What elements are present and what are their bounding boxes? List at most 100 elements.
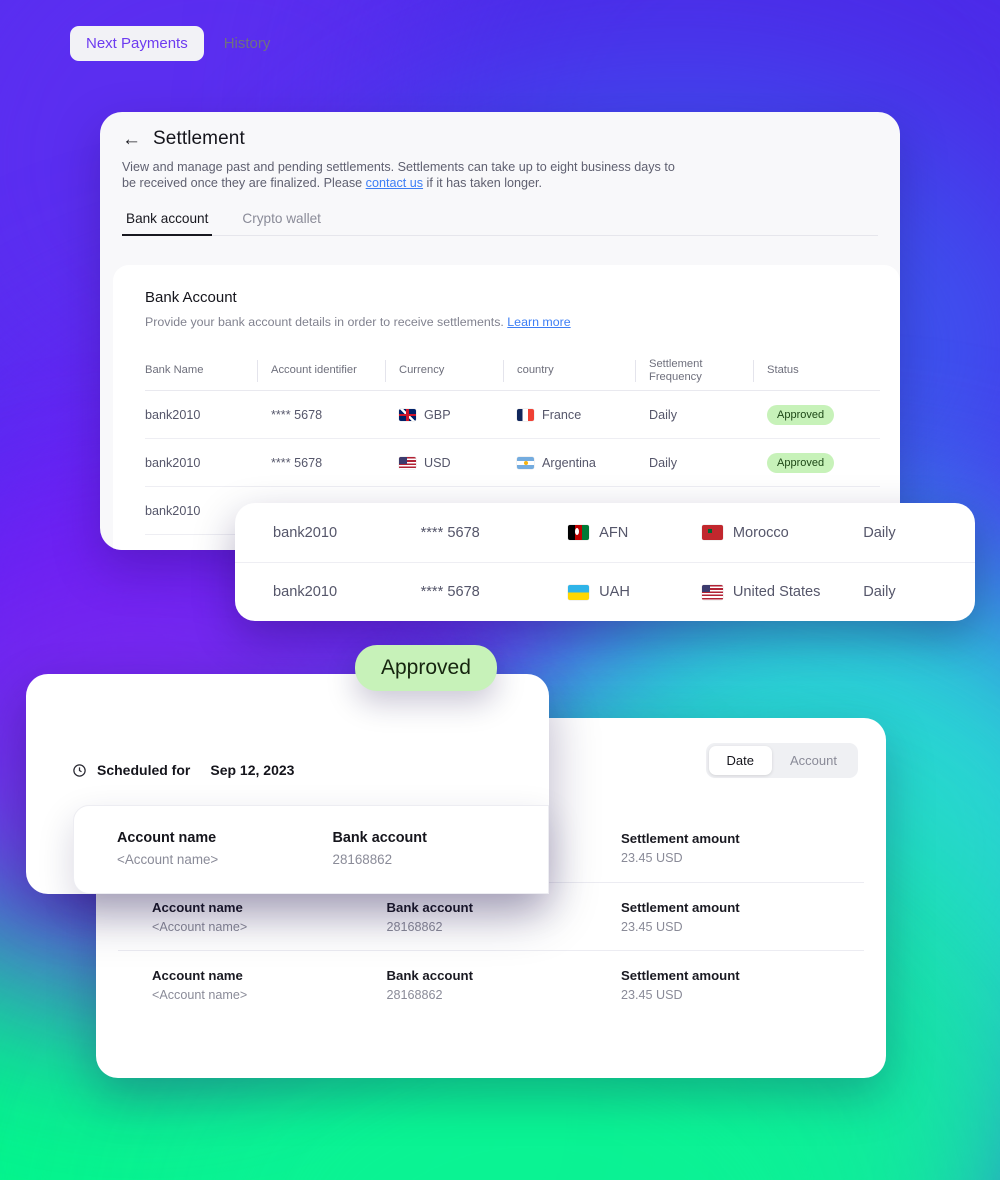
- bank-panel-subtitle-text: Provide your bank account details in ord…: [145, 315, 508, 329]
- flag-gb-icon: [399, 408, 416, 421]
- clock-icon: [73, 763, 86, 777]
- np-detail-account-name-label: Account name: [117, 830, 217, 846]
- settlement-account-name-label: Account name: [152, 899, 243, 915]
- overlay-cell-frequency: Daily: [863, 524, 896, 541]
- segment-account[interactable]: Account: [772, 746, 855, 775]
- settlement-bank-account: Bank account 28168862: [386, 900, 620, 934]
- tab-history[interactable]: History: [208, 26, 287, 61]
- overlay-table-row[interactable]: bank2010 **** 5678 AFN Morocco Daily: [235, 503, 975, 562]
- table-header-row: Bank Name Account identifier Currency co…: [145, 351, 880, 391]
- cell-status: Approved: [767, 404, 877, 425]
- cell-bank-name: bank2010: [145, 455, 201, 470]
- flag-af-icon: [568, 525, 590, 540]
- cell-frequency: Daily: [649, 407, 677, 422]
- cell-currency: USD: [399, 456, 517, 470]
- bank-panel-subtitle: Provide your bank account details in ord…: [145, 315, 868, 329]
- cell-country-label: Argentina: [542, 455, 596, 470]
- scheduled-row: Scheduled for Sep 12, 2023: [72, 762, 294, 778]
- np-detail-account-name: Account name <Account name>: [117, 830, 333, 867]
- cell-account-identifier: **** 5678: [271, 455, 323, 470]
- overlay-currency-label: AFN: [599, 524, 629, 541]
- settlement-header: ← Settlement View and manage past and pe…: [100, 112, 900, 236]
- np-detail-account-name-value: <Account name>: [117, 852, 219, 867]
- tab-next-payments[interactable]: Next Payments: [70, 26, 204, 61]
- cell-status: Approved: [767, 452, 877, 473]
- cell-bank-name: bank2010: [145, 407, 201, 422]
- overlay-table-row[interactable]: bank2010 **** 5678 UAH United States Dai…: [235, 562, 975, 621]
- cell-currency-label: USD: [424, 455, 451, 470]
- np-detail-bank-account-value: 28168862: [332, 852, 393, 867]
- settlement-amount: Settlement amount 23.45 USD: [621, 900, 830, 934]
- flag-ar-icon: [517, 456, 534, 469]
- cell-currency-label: GBP: [424, 407, 451, 422]
- flag-ma-icon: [701, 525, 723, 540]
- column-header-bank-name: Bank Name: [145, 364, 204, 376]
- settlement-row[interactable]: Account name <Account name> Bank account…: [118, 950, 864, 1018]
- arrow-left-icon[interactable]: ←: [122, 130, 141, 149]
- cell-account-identifier: **** 5678: [271, 407, 323, 422]
- settlement-amount: Settlement amount 23.45 USD: [621, 831, 830, 865]
- settlement-account-name-label: Account name: [152, 967, 243, 983]
- cell-country: Argentina: [517, 456, 649, 470]
- flag-fr-icon: [517, 408, 534, 421]
- settlement-amount-value: 23.45 USD: [620, 851, 683, 865]
- cell-country-label: France: [542, 407, 582, 422]
- overlay-cell-country: United States: [701, 584, 863, 600]
- overlay-cell-frequency: Daily: [863, 584, 896, 600]
- scheduled-date: Sep 12, 2023: [210, 762, 295, 778]
- column-header-country: country: [517, 364, 649, 377]
- overlay-cell-account-identifier: **** 5678: [420, 584, 480, 600]
- sort-segmented-control: Date Account: [705, 743, 858, 778]
- overlay-country-label: Morocco: [732, 524, 789, 541]
- settlement-window: ← Settlement View and manage past and pe…: [100, 112, 900, 550]
- status-badge: Approved: [767, 404, 835, 425]
- settlement-bank-account-label: Bank account: [386, 899, 473, 915]
- overlay-cell-account-identifier: **** 5678: [420, 524, 480, 541]
- overlay-currency-label: UAH: [599, 584, 630, 600]
- cell-currency: GBP: [399, 408, 517, 422]
- settlement-bank-account-value: 28168862: [386, 987, 443, 1002]
- table-row[interactable]: bank2010 **** 5678 GBP France Daily Appr…: [145, 391, 880, 439]
- overlay-cell-bank-name: bank2010: [273, 524, 338, 541]
- settlement-account-name: Account name <Account name>: [152, 900, 386, 934]
- settlement-account-name-value: <Account name>: [152, 987, 248, 1002]
- flag-us-icon: [399, 456, 416, 469]
- settlement-bank-account-value: 28168862: [386, 919, 443, 934]
- floating-approved-badge: Approved: [355, 645, 497, 691]
- page-title: Settlement: [153, 128, 245, 149]
- scheduled-label: Scheduled for: [97, 762, 191, 778]
- settlement-bank-account-label: Bank account: [386, 967, 473, 983]
- column-header-currency: Currency: [399, 364, 517, 377]
- np-detail-bank-account-label: Bank account: [332, 830, 427, 846]
- settlement-amount-label: Settlement amount: [620, 899, 740, 915]
- flag-us-icon: [701, 584, 723, 600]
- column-header-status: Status: [767, 364, 877, 377]
- tab-bank-account[interactable]: Bank account: [122, 209, 213, 236]
- overlay-cell-country: Morocco: [701, 524, 863, 541]
- overlay-country-label: United States: [732, 584, 821, 600]
- settlement-amount-value: 23.45 USD: [620, 919, 683, 934]
- np-detail-bank-account: Bank account 28168862: [333, 830, 549, 867]
- cell-frequency: Daily: [649, 455, 677, 470]
- table-row[interactable]: bank2010 **** 5678 USD Argentina Daily A…: [145, 439, 880, 487]
- tab-crypto-wallet[interactable]: Crypto wallet: [238, 209, 325, 235]
- title-row: ← Settlement: [122, 128, 878, 150]
- settlement-amount-value: 23.45 USD: [620, 987, 683, 1002]
- contact-us-link[interactable]: contact us: [366, 176, 423, 190]
- settlement-bank-account: Bank account 28168862: [386, 968, 620, 1002]
- settlement-description: View and manage past and pending settlem…: [122, 159, 682, 191]
- flag-ua-icon: [568, 584, 590, 600]
- overlay-rows-card: bank2010 **** 5678 AFN Morocco Daily ban…: [235, 503, 975, 621]
- settlement-amount-label: Settlement amount: [620, 967, 740, 983]
- settlement-account-name-value: <Account name>: [152, 919, 248, 934]
- description-part-2: if it has taken longer.: [423, 176, 543, 190]
- settlement-tabs: Bank account Crypto wallet: [122, 209, 878, 236]
- settlement-amount-label: Settlement amount: [620, 831, 740, 846]
- segment-date[interactable]: Date: [708, 746, 773, 775]
- screenshot-stage: ← Settlement View and manage past and pe…: [0, 0, 1000, 1180]
- column-header-settlement-frequency: Settlement Frequency: [649, 358, 767, 384]
- next-payment-detail-card: Account name <Account name> Bank account…: [73, 805, 549, 894]
- learn-more-link[interactable]: Learn more: [507, 315, 570, 329]
- overlay-cell-currency: UAH: [568, 584, 702, 600]
- overlay-cell-currency: AFN: [568, 525, 702, 541]
